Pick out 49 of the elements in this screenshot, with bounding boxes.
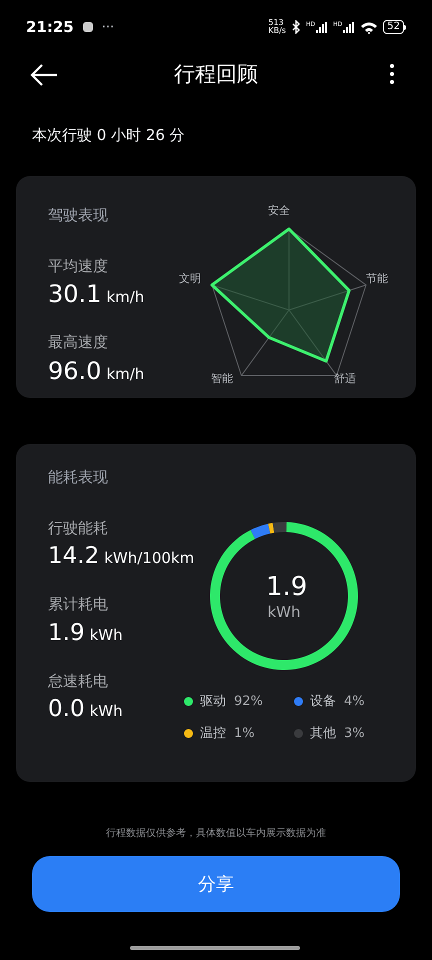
legend-percent: 92%: [234, 693, 263, 711]
disclaimer-text: 行程数据仅供参考，具体数值以车内展示数据为准: [105, 826, 327, 841]
more-button[interactable]: [390, 64, 394, 84]
radar-axis-label: 安全: [268, 204, 290, 218]
bluetooth-icon: [290, 20, 301, 34]
legend-label: 其他: [310, 724, 336, 742]
card-title: 驾驶表现: [48, 205, 109, 226]
stat-label: 平均速度: [48, 256, 109, 276]
radar-axis-label: 智能: [211, 372, 233, 386]
stat-unit: kWh/100km: [104, 548, 194, 569]
battery-indicator: 52: [383, 20, 404, 34]
network-speed-unit: KB/s: [268, 27, 286, 35]
card-title: 能耗表现: [48, 467, 109, 488]
legend-percent: 3%: [344, 724, 365, 742]
network-speed-value: 513: [268, 19, 285, 27]
wifi-icon: [360, 20, 378, 34]
share-button[interactable]: 分享: [32, 856, 400, 912]
signal-icon: [316, 22, 328, 32]
signal-icon: [343, 22, 356, 32]
legend-label: 设备: [310, 693, 336, 711]
stat-label: 最高速度: [48, 332, 109, 353]
back-button[interactable]: [30, 64, 58, 86]
stat-value: 14.2: [48, 542, 100, 571]
stat-value: 30.1: [48, 279, 102, 309]
radar-axis-label: 节能: [366, 272, 388, 286]
stat-value: 1.9: [48, 618, 85, 648]
stat-label: 累计耗电: [48, 594, 109, 615]
stat-label: 怠速耗电: [48, 670, 109, 692]
stat-unit: kWh: [90, 624, 123, 646]
back-arrow-icon: [30, 64, 58, 86]
stat-unit: km/h: [106, 287, 144, 308]
legend-percent: 1%: [234, 724, 255, 742]
trip-duration: 本次行驶 0 小时 26 分: [32, 125, 186, 146]
stat-unit: km/h: [106, 364, 144, 384]
radar-axis-label: 文明: [179, 272, 201, 286]
legend-label: 驱动: [200, 693, 226, 711]
legend-percent: 4%: [344, 693, 365, 711]
radar-axis-label: 舒适: [334, 372, 356, 386]
stat-unit: kWh: [90, 701, 123, 722]
stat-value: 96.0: [48, 356, 102, 386]
page-title: 行程回顾: [174, 61, 258, 88]
status-time: 21:25: [26, 16, 74, 38]
stat-label: 行驶能耗: [48, 518, 109, 538]
notification-icon: [82, 21, 94, 33]
donut-center-unit: kWh: [266, 603, 302, 621]
legend-label: 温控: [200, 724, 226, 742]
more-notifications: ···: [102, 20, 114, 34]
more-vertical-icon: [390, 64, 394, 84]
stat-value: 0.0: [48, 695, 85, 724]
